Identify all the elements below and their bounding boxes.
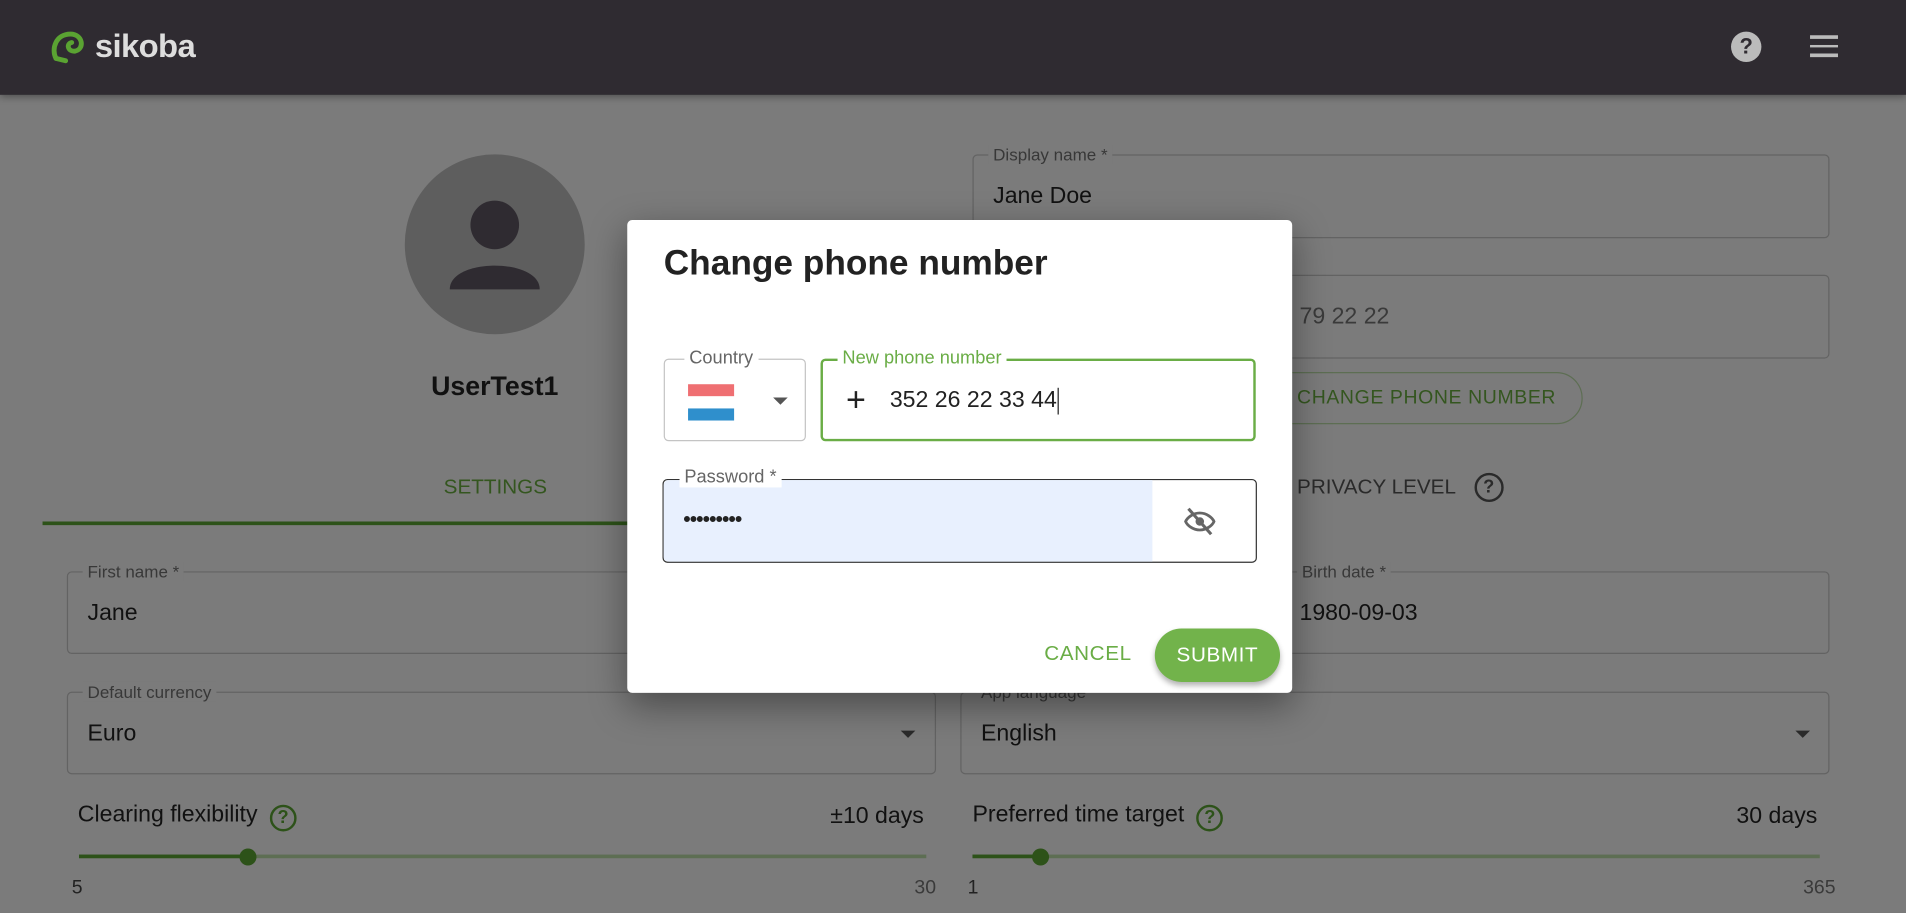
button-label: CHANGE PHONE NUMBER xyxy=(1297,387,1557,409)
field-label: New phone number xyxy=(837,348,1007,369)
field-value: 1980-09-03 xyxy=(1299,600,1418,627)
luxembourg-flag-icon xyxy=(688,384,735,421)
new-phone-number-input[interactable]: New phone number + 352 26 22 33 44 xyxy=(820,348,1256,442)
field-value: 79 22 22 xyxy=(1299,303,1390,330)
preferred-time-target-value: 30 days xyxy=(1736,803,1818,830)
change-phone-number-button[interactable]: CHANGE PHONE NUMBER xyxy=(1264,371,1583,425)
button-label: CANCEL xyxy=(1044,641,1132,665)
slider-thumb[interactable] xyxy=(1031,848,1049,866)
cancel-button[interactable]: CANCEL xyxy=(1038,627,1138,680)
slider-max-label: 30 xyxy=(914,877,937,899)
field-value: 352 26 22 33 44 xyxy=(890,387,1060,415)
field-label: Country xyxy=(684,348,758,369)
password-input[interactable]: Password * ••••••••• xyxy=(662,467,1257,563)
app-language-select[interactable]: App language English xyxy=(960,681,1830,775)
field-label: Password * xyxy=(679,467,782,488)
tab-label: SETTINGS xyxy=(443,475,548,499)
preferred-time-target-label: Preferred time target ? xyxy=(972,802,1224,832)
field-label: Display name * xyxy=(988,144,1113,165)
app-header: sikoba ? xyxy=(0,0,1906,95)
chevron-down-icon xyxy=(900,730,916,738)
help-circle-icon[interactable]: ? xyxy=(269,804,297,832)
preferred-time-target-slider[interactable] xyxy=(972,848,1820,866)
dialog-title: Change phone number xyxy=(663,244,1048,284)
field-label: Default currency xyxy=(82,681,217,702)
chevron-down-icon xyxy=(773,397,788,405)
clearing-flexibility-value: ±10 days xyxy=(830,803,924,830)
help-circle-icon[interactable]: ? xyxy=(1196,804,1224,832)
field-value: ••••••••• xyxy=(683,506,742,532)
slider-min-label: 1 xyxy=(967,877,979,899)
hamburger-menu-icon[interactable] xyxy=(1810,35,1838,57)
slider-max-label: 365 xyxy=(1803,877,1836,899)
button-label: SUBMIT xyxy=(1176,643,1259,667)
username: UserTest1 xyxy=(431,370,559,402)
help-circle-icon[interactable]: ? xyxy=(1474,472,1504,503)
default-currency-select[interactable]: Default currency Euro xyxy=(66,681,937,775)
tab-label: PRIVACY LEVEL xyxy=(1297,475,1456,499)
field-value: Jane xyxy=(87,600,138,627)
logo[interactable]: sikoba xyxy=(49,27,196,66)
brand-name: sikoba xyxy=(94,27,196,64)
slider-thumb[interactable] xyxy=(239,848,257,866)
avatar[interactable] xyxy=(404,154,585,335)
clearing-flexibility-label: Clearing flexibility ? xyxy=(77,802,297,832)
person-icon xyxy=(449,200,540,290)
field-label: Birth date * xyxy=(1297,561,1391,582)
slider-label: Preferred time target xyxy=(972,802,1185,828)
slider-min-label: 5 xyxy=(71,877,83,899)
plus-prefix: + xyxy=(846,380,866,419)
slider-label: Clearing flexibility xyxy=(77,802,258,828)
clearing-flexibility-slider[interactable] xyxy=(79,848,927,866)
country-select[interactable]: Country xyxy=(663,348,806,442)
field-label: First name * xyxy=(82,561,185,582)
submit-button[interactable]: SUBMIT xyxy=(1154,628,1281,682)
chevron-down-icon xyxy=(1795,730,1811,738)
field-value: Jane Doe xyxy=(993,183,1093,210)
change-phone-dialog: Change phone number Country New phone nu… xyxy=(627,220,1293,693)
sikoba-logo-icon xyxy=(51,31,84,64)
eye-off-icon[interactable] xyxy=(1183,504,1217,538)
help-icon[interactable]: ? xyxy=(1731,31,1762,62)
tab-privacy-level[interactable]: PRIVACY LEVEL ? xyxy=(1297,472,1504,504)
field-value: English xyxy=(980,720,1057,747)
field-value: Euro xyxy=(87,720,137,747)
